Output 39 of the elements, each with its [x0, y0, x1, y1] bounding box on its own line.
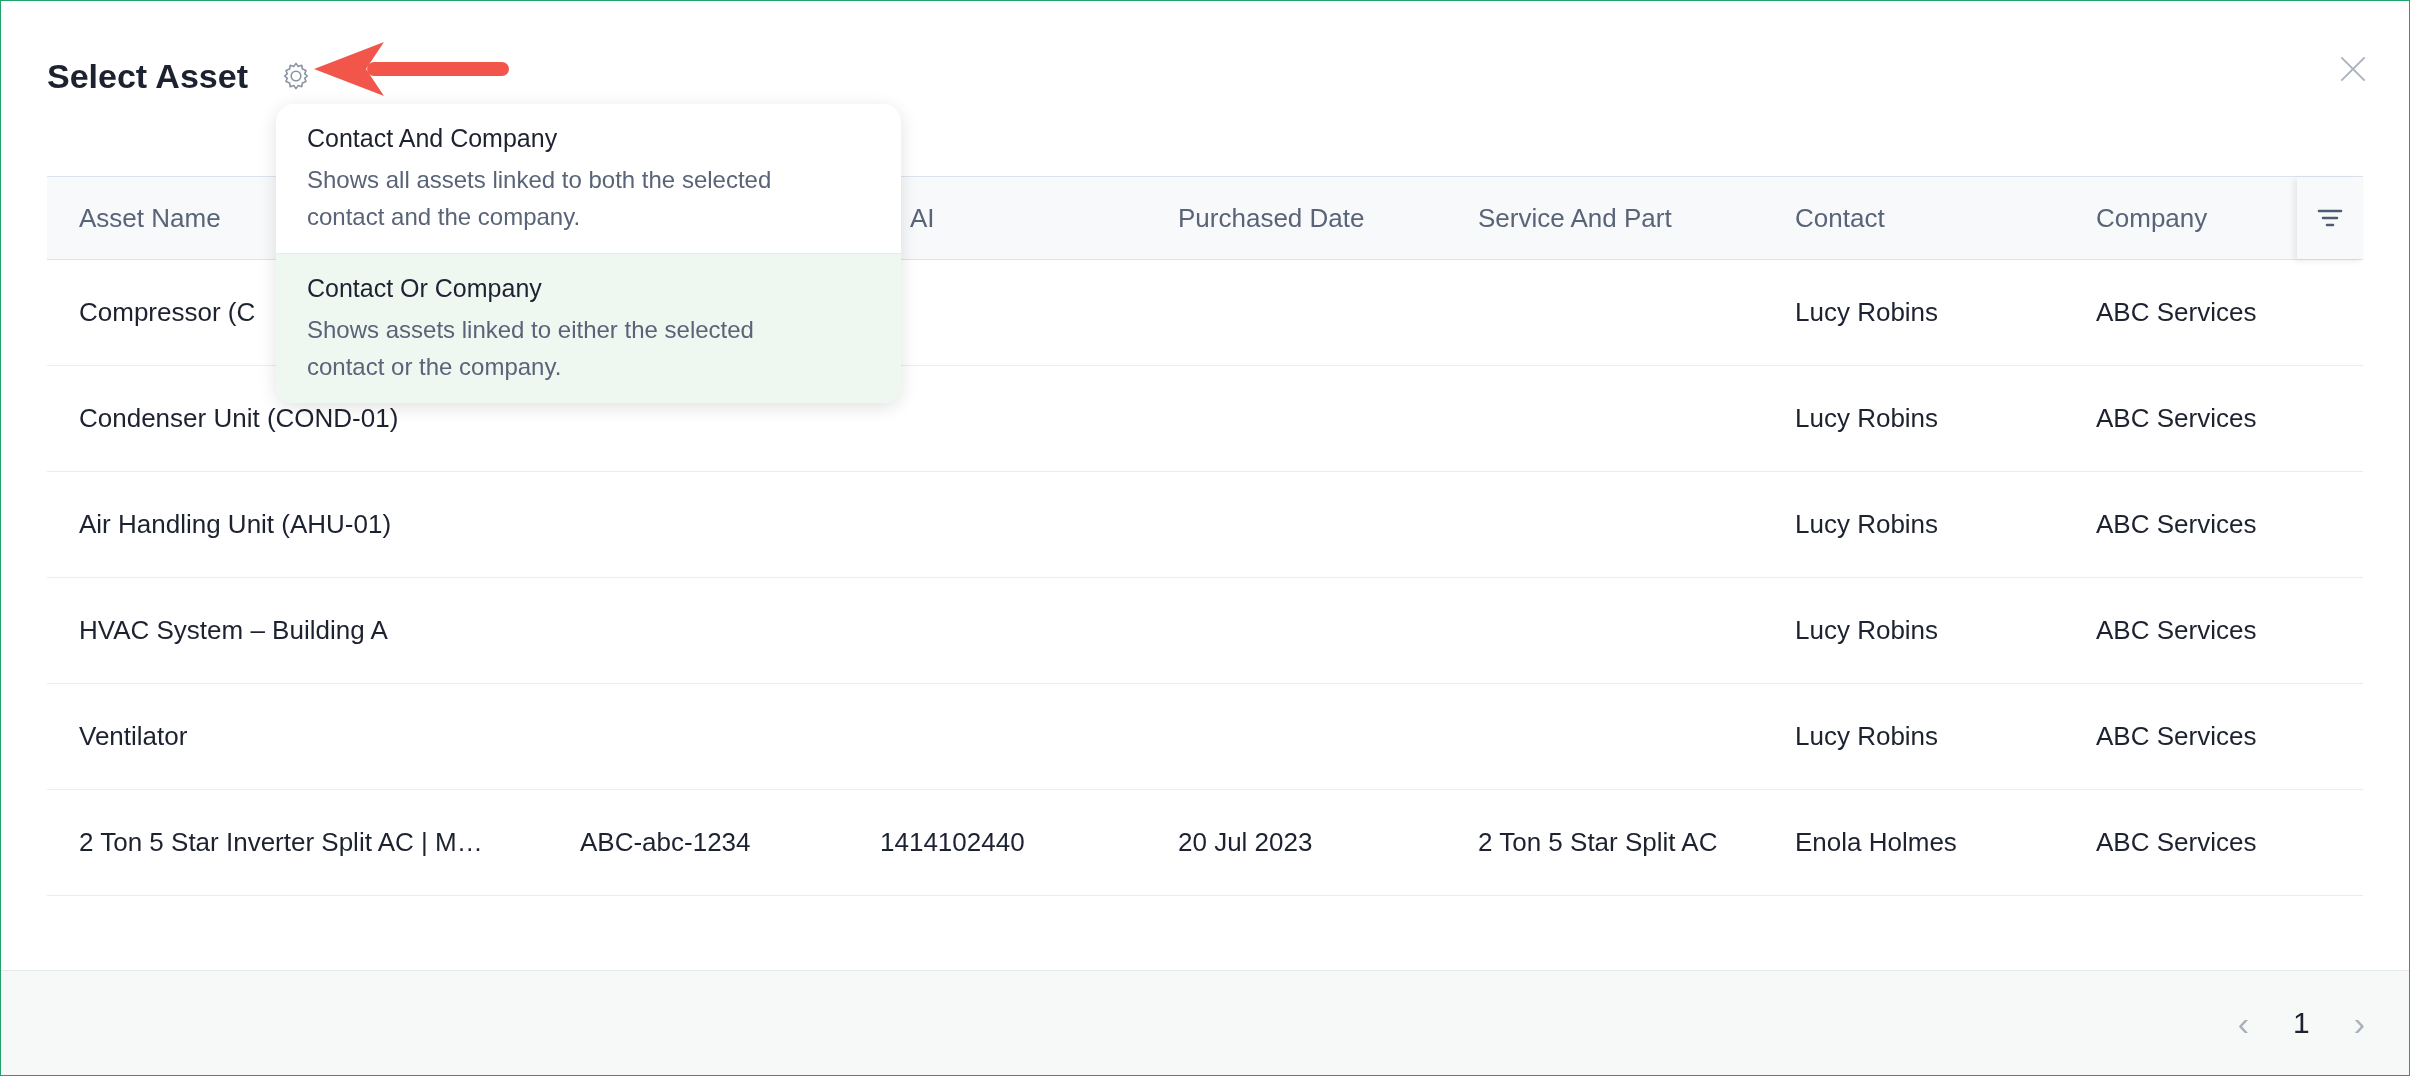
table-cell: Condenser Unit (COND-01) [79, 403, 399, 434]
option-description: Shows assets linked to either the selected contact or the company. [307, 315, 755, 382]
menu-option[interactable]: Contact And Company Shows all assets linked to both the selected contact and the company. [276, 104, 901, 253]
table-cell: Lucy Robins [1795, 403, 1939, 434]
menu-option[interactable]: Contact Or Company Shows assets linked to either the selected contact or the company. [276, 253, 901, 403]
table-cell: Ventilator [79, 721, 188, 752]
table-cell: HVAC System – Building A [79, 615, 388, 646]
table-cell: ABC Services [2096, 297, 2257, 328]
filter-icon [2317, 208, 2343, 228]
option-description: Shows all assets linked to both the selected contact and the company. [307, 165, 773, 232]
table-cell: Compressor (C [79, 297, 256, 328]
column-header: Asset Name [79, 202, 221, 234]
table-cell: ABC-abc-1234 [580, 827, 751, 858]
column-header: Purchased Date [1178, 202, 1365, 234]
option-title: Contact Or Company [307, 274, 543, 303]
table-cell: ABC Services [2096, 721, 2257, 752]
table-cell: 2 Ton 5 Star Inverter Split AC | M… [79, 827, 483, 858]
option-title: Contact And Company [307, 124, 559, 153]
table-cell: Air Handling Unit (AHU-01) [79, 509, 392, 540]
table-cell: ABC Services [2096, 615, 2257, 646]
filter-button[interactable] [2297, 177, 2363, 259]
table-cell: ABC Services [2096, 827, 2257, 858]
table-cell: Enola Holmes [1795, 827, 1957, 858]
table-cell: Lucy Robins [1795, 721, 1939, 752]
column-header: Company [2096, 202, 2208, 234]
column-header: Service And Part [1478, 202, 1672, 234]
table-cell: 1414102440 [880, 827, 1025, 858]
table-cell: ABC Services [2096, 403, 2257, 434]
column-header: AI [910, 202, 935, 234]
page-number[interactable]: 1 [2289, 1002, 2314, 1044]
table-cell: Lucy Robins [1795, 615, 1939, 646]
table-cell: Lucy Robins [1795, 509, 1939, 540]
dialog-title: Select Asset [47, 56, 248, 96]
table-cell: ABC Services [2096, 509, 2257, 540]
table-cell: 20 Jul 2023 [1178, 827, 1313, 858]
table-cell: Lucy Robins [1795, 297, 1939, 328]
column-header: Contact [1795, 202, 1885, 234]
table-cell: 2 Ton 5 Star Split AC [1478, 827, 1718, 858]
close-icon[interactable] [2339, 55, 2367, 83]
